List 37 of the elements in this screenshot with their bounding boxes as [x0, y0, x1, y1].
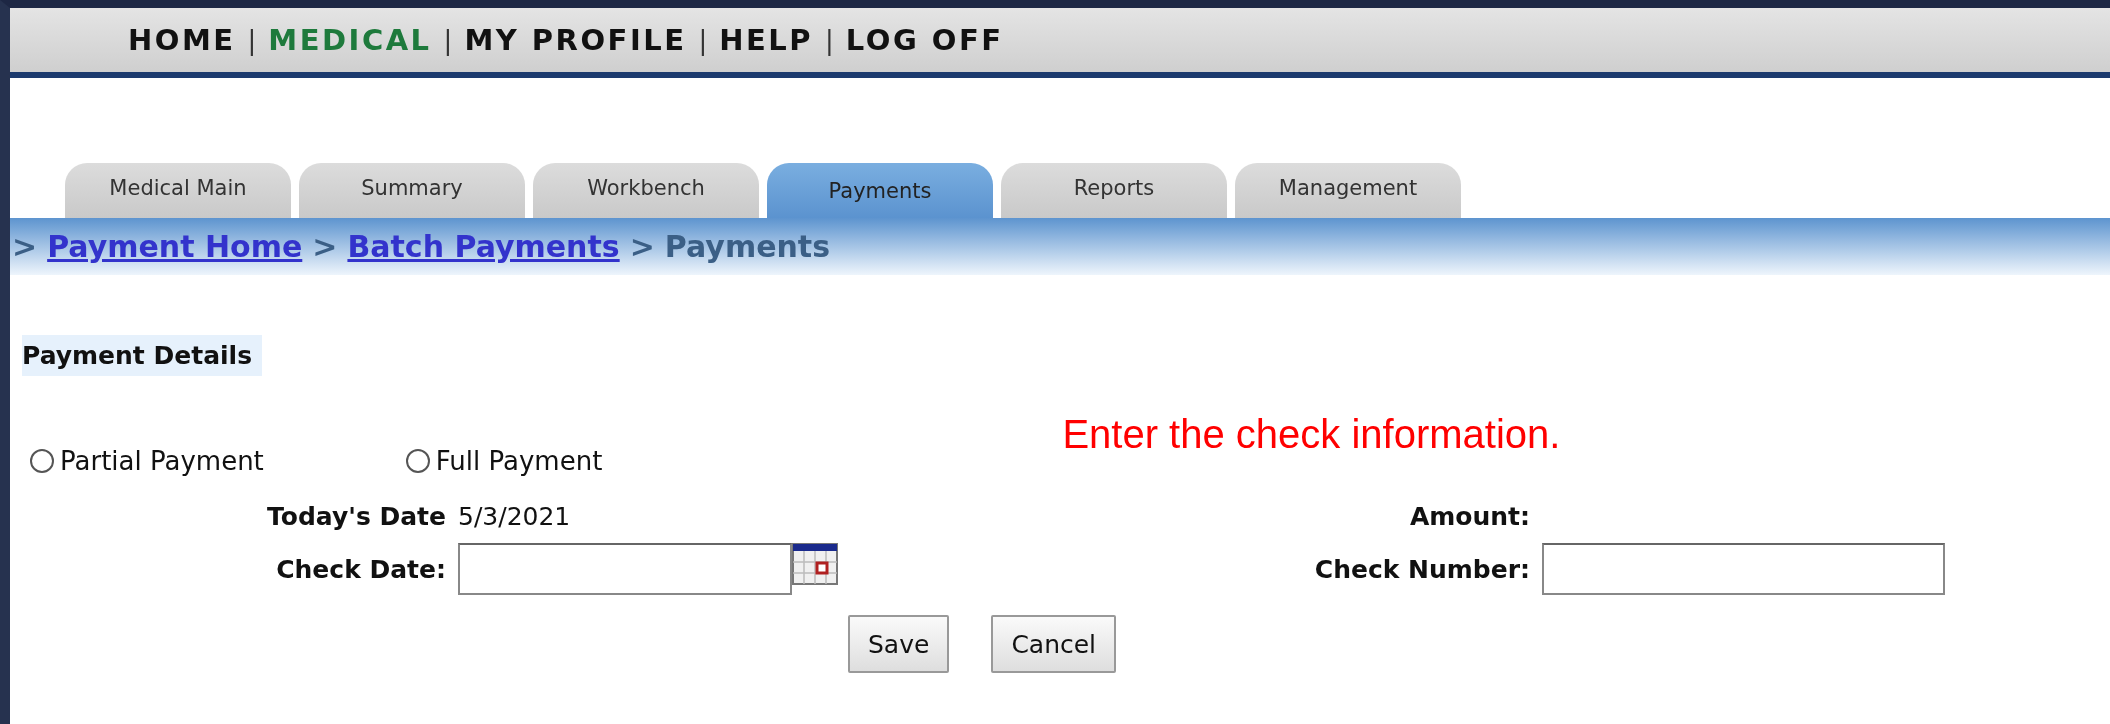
nav-separator: |: [247, 25, 257, 55]
input-field[interactable]: [1542, 543, 1945, 595]
nav-separator: |: [443, 25, 453, 55]
breadcrumb-link[interactable]: Batch Payments: [347, 229, 620, 264]
calendar-icon[interactable]: [792, 543, 838, 585]
tab[interactable]: Payments: [767, 163, 993, 218]
field-label: Today's Date: [267, 502, 447, 531]
tab[interactable]: Workbench: [533, 163, 759, 218]
nav-separator: |: [698, 25, 708, 55]
breadcrumb-separator: >: [312, 229, 338, 264]
field-label: Check Number:: [1314, 554, 1531, 584]
tab[interactable]: Medical Main: [65, 163, 291, 218]
form-button[interactable]: Cancel: [991, 615, 1117, 673]
form-button[interactable]: Save: [848, 615, 950, 673]
radio-option[interactable]: Partial Payment: [30, 446, 264, 476]
nav-separator: |: [825, 25, 834, 55]
field-label: Check Date:: [276, 554, 447, 584]
radio-button[interactable]: [30, 449, 54, 473]
section-title: Payment Details: [22, 335, 263, 376]
field-value: 5/3/2021: [458, 502, 571, 531]
tab[interactable]: Summary: [299, 163, 525, 218]
breadcrumb-link[interactable]: Payment Home: [47, 229, 303, 264]
breadcrumb-separator: >: [12, 229, 38, 264]
breadcrumb-current: Payments: [664, 229, 831, 264]
date-input-field[interactable]: [458, 543, 792, 595]
nav-link[interactable]: HELP: [719, 23, 814, 57]
breadcrumb-separator: >: [629, 229, 655, 264]
nav-link[interactable]: MY PROFILE: [464, 23, 687, 57]
nav-link[interactable]: HOME: [128, 23, 236, 57]
radio-option[interactable]: Full Payment: [405, 446, 603, 476]
nav-link[interactable]: LOG OFF: [845, 23, 1004, 57]
field-label: Amount:: [1409, 502, 1531, 531]
instruction-text: Enter the check information.: [1062, 412, 1561, 457]
nav-link[interactable]: MEDICAL: [268, 23, 432, 57]
tab[interactable]: Reports: [1001, 163, 1227, 218]
radio-button[interactable]: [405, 449, 430, 473]
tab[interactable]: Management: [1235, 163, 1461, 218]
